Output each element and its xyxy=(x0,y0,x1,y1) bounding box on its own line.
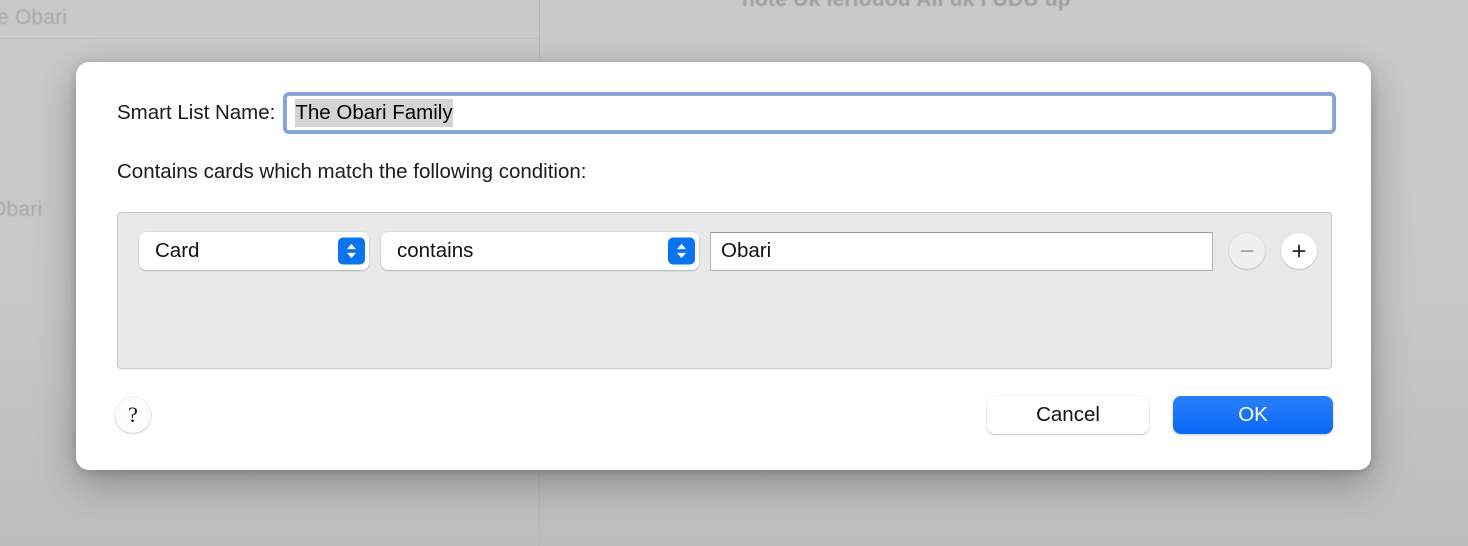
backdrop-horizontal-divider xyxy=(0,38,539,39)
chevron-up-down-icon xyxy=(668,238,695,265)
smart-list-name-row: Smart List Name: The Obari Family xyxy=(117,95,1333,131)
condition-operator-value: contains xyxy=(397,241,473,262)
condition-field-value: Card xyxy=(155,241,199,262)
condition-value-input[interactable]: Obari xyxy=(710,232,1213,271)
chevron-up-down-icon xyxy=(338,238,365,265)
condition-field-popup-button[interactable]: Card xyxy=(139,232,369,270)
plus-icon xyxy=(1291,243,1307,259)
smart-list-name-field-wrap: The Obari Family xyxy=(286,95,1333,131)
condition-row: Card contains xyxy=(139,231,1317,271)
smart-list-name-label: Smart List Name: xyxy=(117,103,275,124)
cancel-button[interactable]: Cancel xyxy=(987,396,1149,434)
conditions-group-box: Card contains xyxy=(117,212,1332,369)
conditions-description: Contains cards which match the following… xyxy=(117,160,586,184)
remove-condition-button[interactable] xyxy=(1229,233,1265,269)
smart-list-name-input[interactable]: The Obari Family xyxy=(286,95,1333,131)
minus-icon xyxy=(1239,243,1255,259)
backdrop-text-mid-left: Obari xyxy=(0,198,42,222)
ok-button[interactable]: OK xyxy=(1173,396,1333,434)
condition-value-text: Obari xyxy=(721,241,771,262)
smart-list-dialog: Smart List Name: The Obari Family Contai… xyxy=(76,62,1371,470)
smart-list-name-value: The Obari Family xyxy=(295,99,452,127)
backdrop-text-top-left: te Obari xyxy=(0,6,67,30)
backdrop-text-top-right: note Uk ieriouou AIi uk I UDU up xyxy=(742,0,1071,12)
condition-operator-popup-button[interactable]: contains xyxy=(381,232,699,270)
help-button[interactable]: ? xyxy=(115,397,151,433)
add-condition-button[interactable] xyxy=(1281,233,1317,269)
